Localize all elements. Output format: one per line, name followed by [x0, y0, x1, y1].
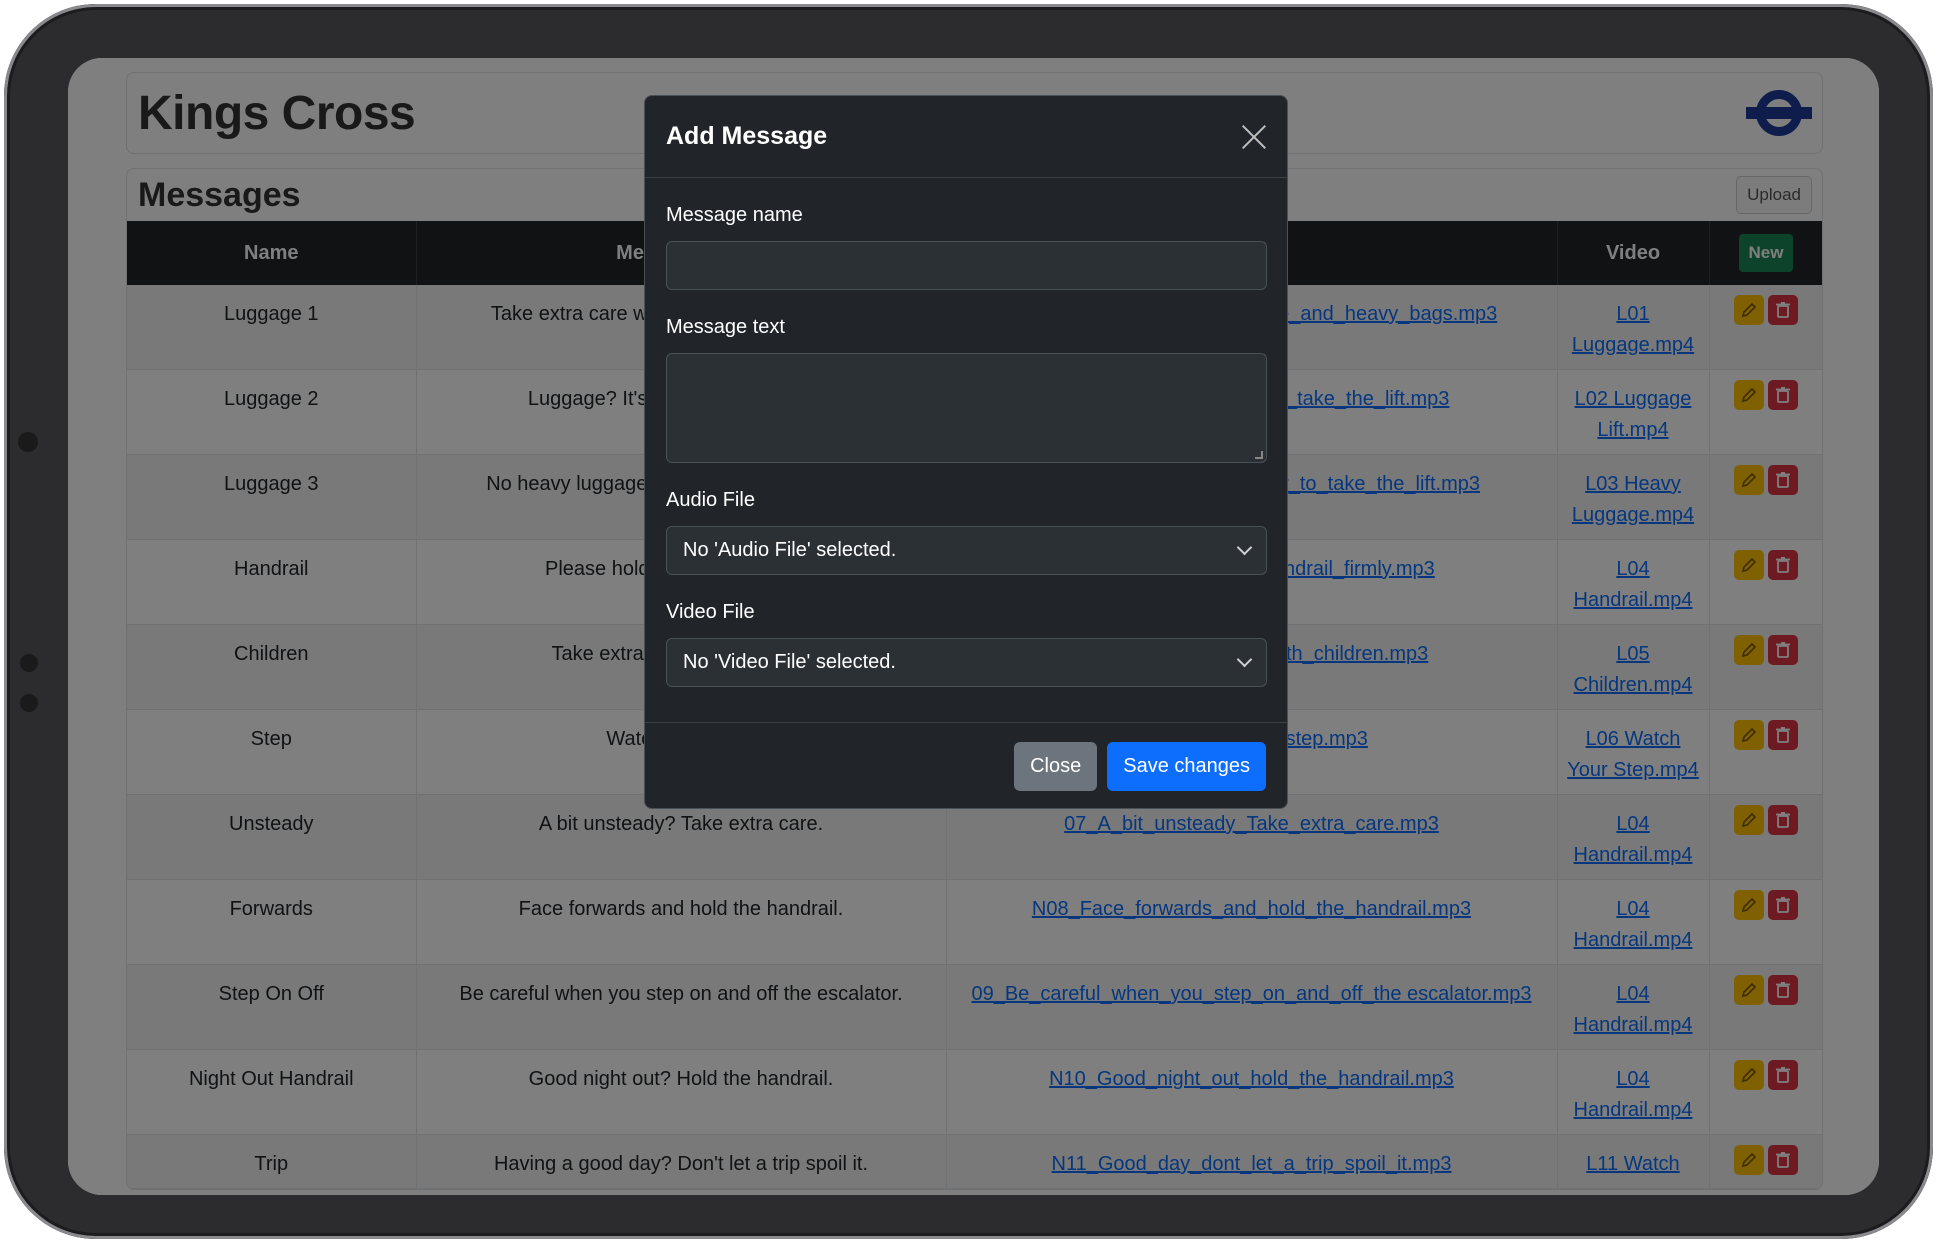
modal-header: Add Message	[645, 96, 1287, 178]
tablet-frame: Kings Cross Messages Upload	[4, 4, 1933, 1239]
video-file-selected: No 'Video File' selected.	[683, 651, 896, 673]
chevron-down-icon	[1236, 539, 1253, 556]
message-name-input[interactable]	[666, 241, 1267, 290]
screen: Kings Cross Messages Upload	[68, 58, 1879, 1195]
modal-title: Add Message	[666, 122, 828, 150]
modal-body: Message name Message text Audio File No …	[645, 178, 1287, 723]
close-button[interactable]: Close	[1014, 741, 1098, 791]
message-text-label: Message text	[666, 316, 785, 338]
camera-dot	[18, 432, 38, 452]
side-sensor	[20, 654, 38, 672]
close-icon[interactable]	[1241, 124, 1267, 150]
modal-footer: Close Save changes	[645, 723, 1287, 809]
message-text-textarea[interactable]	[666, 353, 1267, 463]
add-message-modal: Add Message Message name Message text Au…	[644, 95, 1288, 809]
message-name-label: Message name	[666, 204, 803, 226]
video-file-select[interactable]: No 'Video File' selected.	[666, 638, 1267, 687]
save-changes-button[interactable]: Save changes	[1107, 741, 1266, 791]
audio-file-selected: No 'Audio File' selected.	[683, 539, 897, 561]
resize-grip-icon[interactable]	[1255, 451, 1263, 459]
side-sensor	[20, 694, 38, 712]
chevron-down-icon	[1236, 651, 1253, 668]
audio-file-label: Audio File	[666, 489, 755, 511]
video-file-label: Video File	[666, 601, 755, 623]
audio-file-select[interactable]: No 'Audio File' selected.	[666, 526, 1267, 575]
